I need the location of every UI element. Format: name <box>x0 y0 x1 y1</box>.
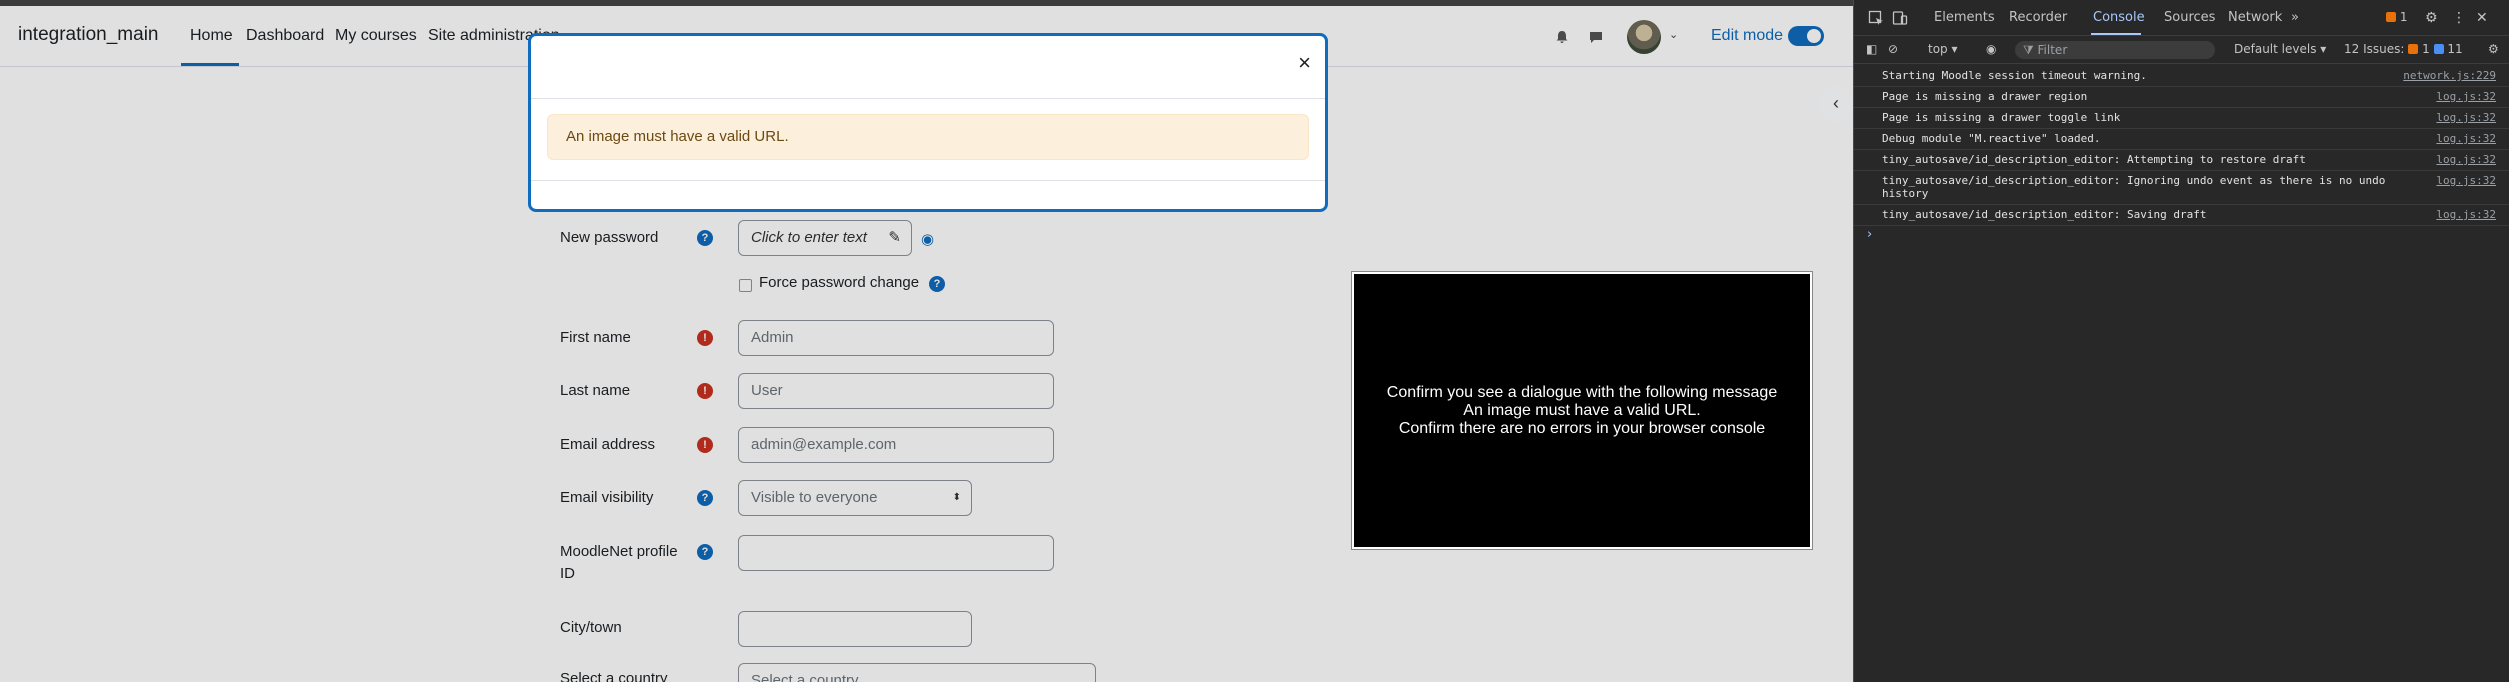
console-log-row: Page is missing a drawer toggle link log.… <box>1854 108 2509 129</box>
live-expression-eye-icon[interactable]: ◉ <box>1986 42 1996 56</box>
info-icon <box>2433 44 2444 54</box>
inspect-icon[interactable] <box>1868 10 1884 26</box>
more-options-icon[interactable]: ⋮ <box>2452 10 2466 26</box>
devtools-tab-bar: Elements Recorder Console Sources Networ… <box>1854 0 2509 36</box>
issues-counter[interactable]: 12 Issues: 1 11 <box>2344 42 2463 56</box>
clear-console-icon[interactable]: ⊘ <box>1888 42 1898 56</box>
console-log-message: Debug module "M.reactive" loaded. <box>1882 132 2101 145</box>
test-instructions-panel: Confirm you see a dialogue with the foll… <box>1351 271 1813 550</box>
sidebar-toggle-icon[interactable]: ◧ <box>1866 42 1877 56</box>
warning-icon <box>2386 12 2396 22</box>
console-prompt[interactable]: › <box>1867 227 1872 242</box>
tab-network[interactable]: Network <box>2228 10 2282 25</box>
modal-footer-divider <box>531 180 1325 181</box>
console-log-row: tiny_autosave/id_description_editor: Att… <box>1854 150 2509 171</box>
error-alert: An image must have a valid URL. <box>547 114 1309 160</box>
console-log-message: tiny_autosave/id_description_editor: Att… <box>1882 153 2306 166</box>
console-toolbar: ◧ ⊘ top ▾ ◉ ⧩ Filter Default levels ▾ 12… <box>1854 36 2509 64</box>
console-log-message: tiny_autosave/id_description_editor: Sav… <box>1882 208 2207 221</box>
tab-sources[interactable]: Sources <box>2164 10 2215 25</box>
device-toolbar-icon[interactable] <box>1892 10 1908 26</box>
console-log-row: Page is missing a drawer region log.js:32 <box>1854 87 2509 108</box>
context-selector[interactable]: top ▾ <box>1928 42 1958 56</box>
active-tab-indicator <box>2091 33 2141 35</box>
console-log-row: tiny_autosave/id_description_editor: Sav… <box>1854 205 2509 226</box>
console-settings-gear-icon[interactable]: ⚙ <box>2488 42 2499 56</box>
console-log-source-link[interactable]: log.js:32 <box>2436 132 2496 145</box>
console-log-message: Page is missing a drawer region <box>1882 90 2088 103</box>
console-log-message: tiny_autosave/id_description_editor: Ign… <box>1882 174 2392 200</box>
instruction-line: An image must have a valid URL. <box>1463 401 1701 419</box>
console-log-row: tiny_autosave/id_description_editor: Ign… <box>1854 171 2509 205</box>
console-log-source-link[interactable]: log.js:32 <box>2436 174 2496 187</box>
browser-page: integration_main Home Dashboard My cours… <box>0 0 1853 682</box>
devtools-panel: Elements Recorder Console Sources Networ… <box>1853 0 2509 682</box>
settings-gear-icon[interactable]: ⚙ <box>2425 10 2438 26</box>
console-log-source-link[interactable]: log.js:32 <box>2436 153 2496 166</box>
drawer-open-button[interactable]: ‹ <box>1818 86 1853 122</box>
console-log-source-link[interactable]: network.js:229 <box>2403 69 2496 82</box>
console-log-source-link[interactable]: log.js:32 <box>2436 90 2496 103</box>
tab-elements[interactable]: Elements <box>1934 10 1995 25</box>
console-log-source-link[interactable]: log.js:32 <box>2436 208 2496 221</box>
image-url-error-dialog: × An image must have a valid URL. <box>528 33 1328 212</box>
close-devtools-icon[interactable]: ✕ <box>2476 10 2488 26</box>
console-filter-input[interactable]: ⧩ Filter <box>2015 41 2215 59</box>
modal-header: × <box>531 36 1325 99</box>
instruction-line: Confirm you see a dialogue with the foll… <box>1386 383 1778 401</box>
console-log-message: Page is missing a drawer toggle link <box>1882 111 2121 124</box>
more-tabs-icon[interactable]: » <box>2291 10 2299 25</box>
tab-recorder[interactable]: Recorder <box>2009 10 2067 25</box>
console-log-source-link[interactable]: log.js:32 <box>2436 111 2496 124</box>
console-log-row: Debug module "M.reactive" loaded. log.js:… <box>1854 129 2509 150</box>
warning-counter[interactable]: 1 <box>2386 10 2407 24</box>
log-levels-dropdown[interactable]: Default levels ▾ <box>2234 42 2326 56</box>
warning-icon <box>2408 44 2419 54</box>
instruction-line: Confirm there are no errors in your brow… <box>1398 419 1766 437</box>
console-log-row: Starting Moodle session timeout warning.… <box>1854 66 2509 87</box>
console-log-message: Starting Moodle session timeout warning. <box>1882 69 2147 82</box>
tab-console[interactable]: Console <box>2093 10 2145 25</box>
close-icon[interactable]: × <box>1298 52 1311 74</box>
